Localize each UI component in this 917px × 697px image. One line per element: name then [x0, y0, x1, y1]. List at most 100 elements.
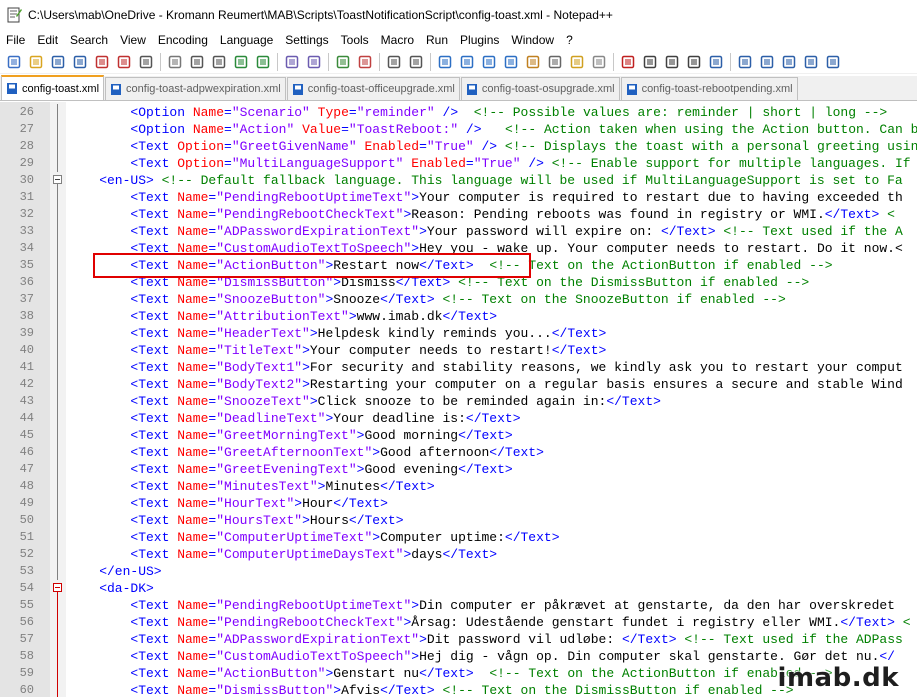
token-tag: <Text [130, 479, 178, 494]
token-tag: > [411, 190, 420, 205]
lang-define-button[interactable] [500, 51, 522, 73]
new-file-button[interactable] [3, 51, 25, 73]
extra-button[interactable] [822, 51, 844, 73]
tab-config-toast-officeupgrade[interactable]: config-toast-officeupgrade.xml [286, 77, 460, 100]
code-line[interactable]: 51 <Text Name="ComputerUptimeText">Comput… [20, 529, 917, 546]
tab-config-toast-osupgrade[interactable]: config-toast-osupgrade.xml [460, 77, 620, 100]
monitor-icon [592, 55, 606, 69]
save-button[interactable] [47, 51, 69, 73]
sync-v-button[interactable] [383, 51, 405, 73]
code-line[interactable]: 42 <Text Name="BodyText2">Restarting your… [20, 376, 917, 393]
fold-toggle-icon[interactable] [53, 175, 62, 184]
redo-button[interactable] [252, 51, 274, 73]
code-line[interactable]: 29 <Text Option="MultiLanguageSupport" En… [20, 155, 917, 172]
menu-help[interactable]: ? [560, 30, 579, 50]
menu-language[interactable]: Language [214, 30, 279, 50]
paste-button[interactable] [208, 51, 230, 73]
code-line[interactable]: 32 <Text Name="PendingRebootCheckText">Re… [20, 206, 917, 223]
stats-button[interactable] [800, 51, 822, 73]
code-line[interactable]: 38 <Text Name="AttributionText">www.imab.… [20, 308, 917, 325]
token-tag: <Text [130, 207, 178, 222]
token-val: "DismissButton" [216, 683, 334, 697]
zoom-in-button[interactable] [332, 51, 354, 73]
save-all-button[interactable] [69, 51, 91, 73]
tab-config-toast-adpwexpiration[interactable]: config-toast-adpwexpiration.xml [105, 77, 286, 100]
code-line[interactable]: 28 <Text Option="GreetGivenName" Enabled=… [20, 138, 917, 155]
play-macro-button[interactable] [661, 51, 683, 73]
token-plain: Your computer is required to restart due… [419, 190, 903, 205]
open-file-button[interactable] [25, 51, 47, 73]
code-line[interactable]: 48 <Text Name="MinutesText">Minutes</Text… [20, 478, 917, 495]
code-line[interactable]: 54 <da-DK> [20, 580, 917, 597]
doc-map-button[interactable] [522, 51, 544, 73]
code-line[interactable]: 30 <en-US> <!-- Default fallback language… [20, 172, 917, 189]
save-macro-button[interactable] [705, 51, 727, 73]
code-line[interactable]: 49 <Text Name="HourText">Hour</Text> [20, 495, 917, 512]
code-line[interactable]: 45 <Text Name="GreetMorningText">Good mor… [20, 427, 917, 444]
code-line[interactable]: 46 <Text Name="GreetAfternoonText">Good a… [20, 444, 917, 461]
code-line[interactable]: 53 </en-US> [20, 563, 917, 580]
column-list-button[interactable] [778, 51, 800, 73]
find-button[interactable] [281, 51, 303, 73]
code-editor[interactable]: 26 <Option Name="Scenario" Type="reminder… [0, 102, 917, 697]
tab-config-toast-rebootpending[interactable]: config-toast-rebootpending.xml [620, 77, 798, 100]
file-icon [6, 82, 18, 95]
menu-settings[interactable]: Settings [279, 30, 334, 50]
print-button[interactable] [135, 51, 157, 73]
menu-macro[interactable]: Macro [375, 30, 420, 50]
token-attr: Name [177, 683, 209, 697]
code-line[interactable]: 27 <Option Name="Action" Value="ToastRebo… [20, 121, 917, 138]
code-line[interactable]: 43 <Text Name="SnoozeText">Click snooze t… [20, 393, 917, 410]
record-macro-button[interactable] [617, 51, 639, 73]
menu-tools[interactable]: Tools [335, 30, 375, 50]
word-wrap-button[interactable] [434, 51, 456, 73]
replace-button[interactable] [303, 51, 325, 73]
code-line[interactable]: 56 <Text Name="PendingRebootCheckText">År… [20, 614, 917, 631]
code-line[interactable]: 40 <Text Name="TitleText">Your computer n… [20, 342, 917, 359]
code-line[interactable]: 55 <Text Name="PendingRebootUptimeText">D… [20, 597, 917, 614]
menu-encoding[interactable]: Encoding [152, 30, 214, 50]
cut-button[interactable] [164, 51, 186, 73]
code-line[interactable]: 47 <Text Name="GreetEveningText">Good eve… [20, 461, 917, 478]
run-macro-multiple-button[interactable] [683, 51, 705, 73]
fold-marker[interactable] [50, 172, 66, 189]
indent-guide-button[interactable] [478, 51, 500, 73]
menu-search[interactable]: Search [64, 30, 114, 50]
fold-marker [50, 563, 66, 580]
code-lines[interactable]: 26 <Option Name="Scenario" Type="reminder… [20, 104, 917, 697]
menu-view[interactable]: View [114, 30, 152, 50]
token-tag: </Text> [333, 496, 388, 511]
token-attr: Name [177, 292, 209, 307]
undo-button[interactable] [230, 51, 252, 73]
code-line[interactable]: 39 <Text Name="HeaderText">Helpdesk kindl… [20, 325, 917, 342]
code-line[interactable]: 52 <Text Name="ComputerUptimeDaysText">da… [20, 546, 917, 563]
stop-macro-button[interactable] [639, 51, 661, 73]
menu-run[interactable]: Run [420, 30, 454, 50]
code-line[interactable]: 33 <Text Name="ADPasswordExpirationText">… [20, 223, 917, 240]
fold-marker[interactable] [50, 580, 66, 597]
code-line[interactable]: 41 <Text Name="BodyText1">For security an… [20, 359, 917, 376]
code-line[interactable]: 26 <Option Name="Scenario" Type="reminder… [20, 104, 917, 121]
show-all-chars-button[interactable] [456, 51, 478, 73]
monitor-button[interactable] [588, 51, 610, 73]
sync-h-button[interactable] [405, 51, 427, 73]
function-list-button[interactable] [544, 51, 566, 73]
code-line[interactable]: 37 <Text Name="SnoozeButton">Snooze</Text… [20, 291, 917, 308]
folder-as-workspace-button[interactable] [566, 51, 588, 73]
close-all-button[interactable] [113, 51, 135, 73]
menu-plugins[interactable]: Plugins [454, 30, 505, 50]
menu-edit[interactable]: Edit [31, 30, 64, 50]
code-line[interactable]: 31 <Text Name="PendingRebootUptimeText">Y… [20, 189, 917, 206]
close-button[interactable] [91, 51, 113, 73]
zoom-out-button[interactable] [354, 51, 376, 73]
fold-toggle-icon[interactable] [53, 583, 62, 592]
compare-button[interactable] [756, 51, 778, 73]
menu-file[interactable]: File [0, 30, 31, 50]
menu-window[interactable]: Window [505, 30, 560, 50]
code-line[interactable]: 50 <Text Name="HoursText">Hours</Text> [20, 512, 917, 529]
code-line[interactable]: 57 <Text Name="ADPasswordExpirationText">… [20, 631, 917, 648]
spell-check-button[interactable] [734, 51, 756, 73]
copy-button[interactable] [186, 51, 208, 73]
code-line[interactable]: 44 <Text Name="DeadlineText">Your deadlin… [20, 410, 917, 427]
tab-config-toast[interactable]: config-toast.xml [1, 75, 105, 100]
